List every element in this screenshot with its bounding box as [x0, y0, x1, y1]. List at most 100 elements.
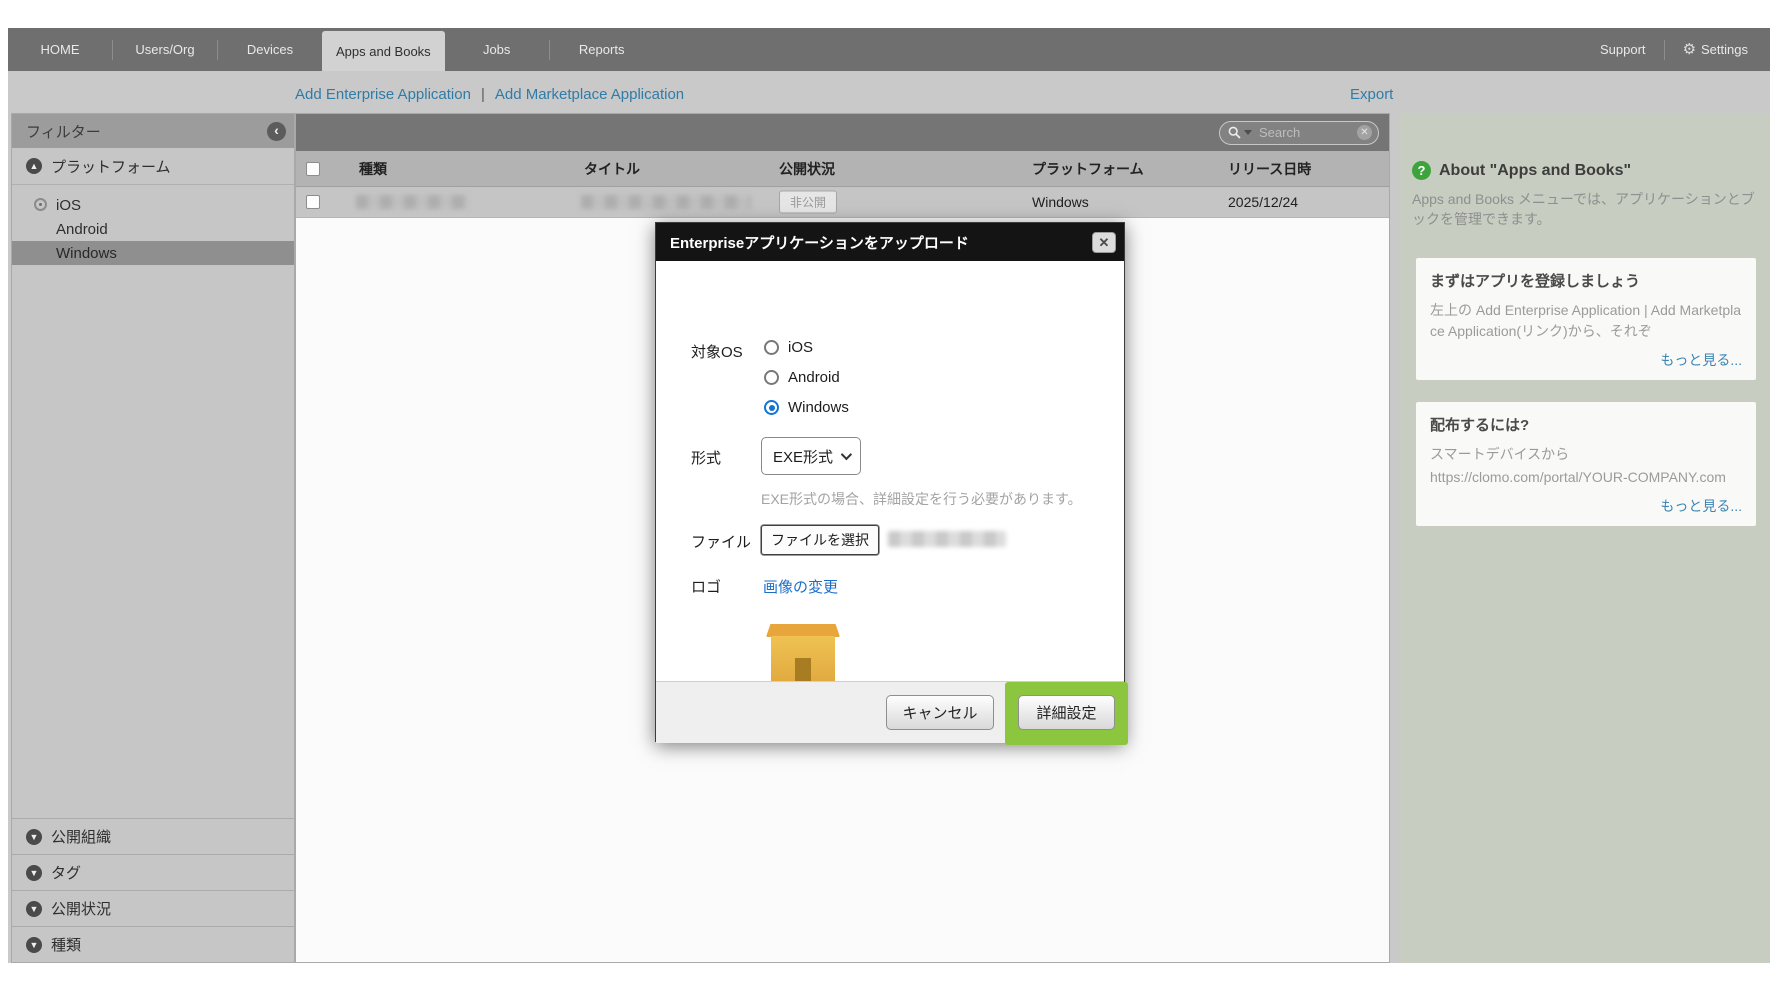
search-icon	[1228, 126, 1241, 139]
see-more-link[interactable]: もっと見る...	[1430, 350, 1742, 370]
search-scope-caret-icon[interactable]	[1244, 130, 1252, 135]
package-box-icon	[766, 624, 840, 688]
sidebar-collapse-button[interactable]: ‹	[267, 122, 286, 141]
format-select[interactable]: EXE形式	[761, 437, 861, 475]
filter-item-ios[interactable]: iOS	[12, 193, 294, 217]
platform-item-list: iOS Android Windows	[12, 185, 294, 271]
help-card-title: 配布するには?	[1430, 414, 1742, 435]
format-label: 形式	[691, 447, 721, 468]
help-panel: ? About "Apps and Books" Apps and Books …	[1400, 113, 1770, 963]
status-badge: 非公開	[779, 191, 837, 214]
table-header-row: 種類 タイトル 公開状況 プラットフォーム リリース日時	[296, 151, 1389, 187]
add-marketplace-application-link[interactable]: Add Marketplace Application	[495, 86, 684, 103]
choose-file-button[interactable]: ファイルを選択	[761, 525, 879, 555]
advanced-settings-button[interactable]: 詳細設定	[1018, 695, 1115, 730]
help-card-title: まずはアプリを登録しましょう	[1430, 270, 1742, 291]
filter-group-publish-status[interactable]: ▼ 公開状況	[12, 890, 294, 926]
filter-sidebar: フィルター ‹ ▲ プラットフォーム iOS Android Windows	[11, 113, 295, 963]
radio-selected-icon	[764, 400, 779, 415]
nav-tab-users-org[interactable]: Users/Org	[113, 28, 217, 71]
table-row[interactable]: 非公開 Windows 2025/12/24	[296, 187, 1389, 218]
radio-label: iOS	[788, 339, 813, 356]
column-header-title[interactable]: タイトル	[584, 159, 640, 179]
format-note: EXE形式の場合、詳細設定を行う必要があります。	[761, 489, 1082, 509]
chevron-down-circle-icon: ▼	[26, 865, 42, 881]
upload-enterprise-app-modal: Enterpriseアプリケーションをアップロード ✕ 対象OS iOS And…	[655, 222, 1125, 742]
file-label: ファイル	[691, 531, 751, 552]
close-icon[interactable]: ✕	[1092, 232, 1116, 253]
nav-tab-devices[interactable]: Devices	[218, 28, 322, 71]
screen: HOME Users/Org Devices Apps and Books Jo…	[0, 0, 1778, 1000]
logo-label: ロゴ	[691, 576, 721, 597]
accordion-label: 公開状況	[51, 898, 111, 919]
chevron-down-circle-icon: ▼	[26, 901, 42, 917]
os-radio-ios[interactable]: iOS	[764, 339, 813, 356]
platform-group-label: プラットフォーム	[51, 156, 171, 177]
filter-header: フィルター ‹	[12, 114, 294, 148]
column-header-type[interactable]: 種類	[359, 159, 387, 179]
row-checkbox[interactable]	[306, 195, 320, 209]
support-link[interactable]: Support	[1600, 42, 1646, 57]
redacted-title-cell	[581, 195, 751, 209]
see-more-link[interactable]: もっと見る...	[1430, 496, 1742, 516]
nav-right-group: Support ⚙ Settings	[1600, 28, 1770, 71]
radio-icon	[764, 370, 779, 385]
help-question-icon: ?	[1412, 161, 1431, 180]
filter-group-published-org[interactable]: ▼ 公開組織	[12, 818, 294, 854]
redacted-filename	[888, 531, 1006, 547]
settings-link[interactable]: ⚙ Settings	[1683, 42, 1748, 57]
sidebar-spacer	[12, 271, 294, 818]
radio-indicator-icon	[34, 198, 47, 211]
platform-cell: Windows	[1032, 194, 1089, 210]
help-card-distribute: 配布するには? スマートデバイスから https://clomo.com/por…	[1416, 402, 1756, 526]
modal-titlebar: Enterpriseアプリケーションをアップロード ✕	[656, 223, 1124, 261]
filter-group-platform[interactable]: ▲ プラットフォーム	[12, 148, 294, 185]
filter-group-tags[interactable]: ▼ タグ	[12, 854, 294, 890]
chevron-down-circle-icon: ▼	[26, 829, 42, 845]
accordion-label: 種類	[51, 934, 81, 955]
nav-tab-reports[interactable]: Reports	[550, 28, 654, 71]
column-header-status[interactable]: 公開状況	[779, 159, 835, 179]
radio-icon	[764, 340, 779, 355]
filter-title: フィルター	[26, 121, 101, 142]
column-header-platform[interactable]: プラットフォーム	[1032, 159, 1144, 179]
about-title: About "Apps and Books"	[1439, 162, 1631, 180]
highlight-box: 詳細設定	[1005, 682, 1128, 745]
chevron-up-circle-icon: ▲	[26, 158, 42, 174]
target-os-label: 対象OS	[691, 341, 743, 362]
nav-tab-jobs[interactable]: Jobs	[445, 28, 549, 71]
select-all-checkbox[interactable]	[306, 162, 320, 176]
search-clear-icon[interactable]: ✕	[1357, 125, 1372, 140]
os-radio-android[interactable]: Android	[764, 369, 840, 386]
radio-label: Android	[788, 369, 840, 386]
os-radio-windows[interactable]: Windows	[764, 399, 849, 416]
chevron-down-icon	[841, 449, 852, 460]
accordion-label: タグ	[51, 862, 81, 883]
export-link[interactable]: Export	[1350, 86, 1393, 103]
about-section: ? About "Apps and Books" Apps and Books …	[1400, 113, 1770, 230]
search-input[interactable]: Search ✕	[1219, 121, 1379, 145]
modal-title: Enterpriseアプリケーションをアップロード	[670, 232, 969, 253]
action-links: Add Enterprise Application | Add Marketp…	[295, 86, 684, 103]
column-header-release[interactable]: リリース日時	[1228, 159, 1311, 179]
search-placeholder: Search	[1259, 125, 1354, 140]
top-nav: HOME Users/Org Devices Apps and Books Jo…	[8, 28, 1770, 71]
redacted-type-cell	[356, 195, 468, 209]
filter-item-windows[interactable]: Windows	[12, 241, 294, 265]
modal-footer: キャンセル 詳細設定	[656, 681, 1124, 743]
filter-item-label: Android	[56, 221, 108, 238]
filter-group-type[interactable]: ▼ 種類	[12, 926, 294, 962]
nav-tab-home[interactable]: HOME	[8, 28, 112, 71]
format-selected-value: EXE形式	[773, 446, 833, 467]
nav-tab-apps-and-books[interactable]: Apps and Books	[322, 31, 445, 71]
filter-item-android[interactable]: Android	[12, 217, 294, 241]
list-toolbar: Search ✕	[296, 114, 1389, 151]
cancel-button[interactable]: キャンセル	[886, 695, 994, 730]
change-image-link[interactable]: 画像の変更	[763, 576, 838, 597]
modal-body: 対象OS iOS Android Windows 形式 EXE形式 EXE形式の…	[656, 261, 1124, 681]
add-enterprise-application-link[interactable]: Add Enterprise Application	[295, 86, 471, 103]
radio-label: Windows	[788, 399, 849, 416]
settings-label: Settings	[1701, 42, 1748, 57]
link-divider: |	[481, 86, 485, 103]
help-card-url: https://clomo.com/portal/YOUR-COMPANY.co…	[1430, 467, 1742, 488]
